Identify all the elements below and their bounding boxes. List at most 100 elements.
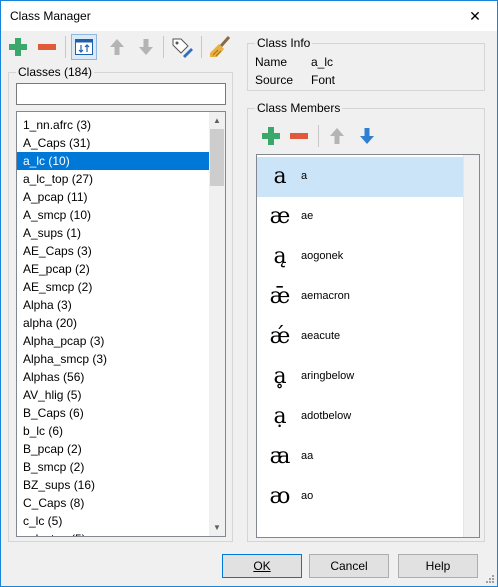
glyph-name: aogonek [301,250,344,262]
glyph-name: adotbelow [301,410,352,422]
title-bar[interactable]: Class Manager ✕ [1,1,497,31]
class-list-item[interactable]: A_pcap (11) [17,188,213,206]
class-list-item[interactable]: C_Caps (8) [17,494,213,512]
arrow-down-icon [360,128,374,144]
class-list-items: 1_nn.afrc (3) A_Caps (31) a_lc (10) a_lc_to… [17,116,213,536]
class-list-item[interactable]: A_sups (1) [17,224,213,242]
scroll-down-icon[interactable]: ▼ [209,519,225,536]
tag-edit-button[interactable] [169,34,195,60]
remove-member-button[interactable] [286,123,312,149]
class-list-item[interactable]: b_lc (6) [17,422,213,440]
class-list-item[interactable]: AE_Caps (3) [17,242,213,260]
class-list-item[interactable]: a_lc_top (27) [17,170,213,188]
help-button[interactable]: Help [398,554,478,578]
class-list-item[interactable]: B_Caps (6) [17,404,213,422]
info-source-value: Font [311,73,336,87]
toolbar-divider [318,125,319,147]
clean-button[interactable] [207,34,233,60]
info-source-key: Source [255,73,294,87]
glyph-preview: ꜳ [269,444,291,469]
glyph-preview: æ [269,204,291,229]
member-list-item[interactable]: aa [257,157,464,197]
arrow-down-icon [139,39,153,55]
glyph-name: a [301,170,308,182]
class-members-group: Class Members a a æ ae ą aogonek ǣ aemacron ǽ aea… [247,101,485,542]
scroll-thumb[interactable] [210,129,224,186]
member-list-item[interactable]: ą aogonek [257,237,464,277]
toolbar-divider [201,36,202,58]
class-list-scrollbar[interactable]: ▲ ▼ [209,112,225,536]
class-list-item[interactable]: Alpha_pcap (3) [17,332,213,350]
info-name-value: a_lc [311,55,334,69]
remove-class-button[interactable] [34,34,60,60]
glyph-name: aa [301,450,314,462]
glyph-preview: ꜵ [269,484,291,509]
member-list[interactable]: a a æ ae ą aogonek ǣ aemacron ǽ aeacute ḁ aringbelo… [256,154,480,538]
class-list-item[interactable]: BZ_sups (16) [17,476,213,494]
glyph-preview: ạ [273,404,287,429]
class-list-item[interactable]: alpha (20) [17,314,213,332]
toolbar-divider [65,36,66,58]
member-list-item[interactable]: ḁ aringbelow [257,357,464,397]
class-list-item[interactable]: AV_hlig (5) [17,386,213,404]
scroll-up-icon[interactable]: ▲ [209,112,225,129]
class-list-item[interactable]: c_lc (5) [17,512,213,530]
glyph-preview: ǣ [269,284,291,309]
member-list-scrollbar[interactable] [463,155,479,537]
glyph-name: aringbelow [301,370,355,382]
minus-icon [38,44,56,50]
member-list-item[interactable]: æ ae [257,197,464,237]
arrow-up-icon [330,128,344,144]
ok-button[interactable]: OK [222,554,302,578]
glyph-preview: a [273,164,287,189]
sort-icon [75,39,93,55]
class-list-item[interactable]: Alpha_smcp (3) [17,350,213,368]
close-icon[interactable]: ✕ [453,1,497,31]
member-list-item[interactable]: ạ adotbelow [257,397,464,437]
member-list-item[interactable]: ǽ aeacute [257,317,464,357]
move-up-member-button[interactable] [324,123,350,149]
glyph-name: ae [301,210,314,222]
help-button-label: Help [425,559,451,573]
class-list-item[interactable]: a_lc (10) [17,152,213,170]
class-filter-input[interactable] [16,83,226,105]
move-down-member-button[interactable] [354,123,380,149]
move-down-class-button[interactable] [133,34,159,60]
glyph-preview: ą [273,244,287,269]
class-list-item[interactable]: A_Caps (31) [17,134,213,152]
member-list-item[interactable]: ꜳ aa [257,437,464,477]
class-list-item[interactable]: B_smcp (2) [17,458,213,476]
minus-icon [290,133,308,139]
class-list-item[interactable]: AE_pcap (2) [17,260,213,278]
class-list-item[interactable]: B_pcap (2) [17,440,213,458]
glyph-name: aeacute [301,330,341,342]
class-list-item[interactable]: c_lc_top (5) [17,530,213,536]
ok-button-label: OK [253,559,271,573]
cancel-button[interactable]: Cancel [309,554,389,578]
add-member-button[interactable] [258,123,284,149]
glyph-preview: ḁ [273,364,287,389]
plus-icon [262,127,280,145]
sort-class-button[interactable] [71,34,97,60]
class-info-group: Class Info Name a_lc Source Font [247,36,485,91]
class-list-item[interactable]: 1_nn.afrc (3) [17,116,213,134]
resize-grip-icon[interactable] [485,574,495,584]
class-members-label: Class Members [255,101,343,115]
class-list-item[interactable]: AE_smcp (2) [17,278,213,296]
classes-group: Classes (184) 1_nn.afrc (3) A_Caps (31) a_… [8,65,233,542]
move-up-class-button[interactable] [104,34,130,60]
class-list[interactable]: 1_nn.afrc (3) A_Caps (31) a_lc (10) a_lc_to… [16,111,226,537]
member-list-item[interactable]: ǣ aemacron [257,277,464,317]
class-list-item[interactable]: Alpha (3) [17,296,213,314]
member-list-item[interactable]: ꜵ ao [257,477,464,517]
add-class-button[interactable] [5,34,31,60]
plus-icon [9,38,27,56]
arrow-up-icon [110,39,124,55]
class-list-item[interactable]: Alphas (56) [17,368,213,386]
class-manager-window: Class Manager ✕ Classes (184) 1_nn.afrc … [0,0,498,587]
broom-icon [210,36,231,57]
tag-pencil-icon [172,38,193,58]
window-title: Class Manager [10,9,91,23]
member-list-items: a a æ ae ą aogonek ǣ aemacron ǽ aeacute ḁ aringbelo… [257,157,464,517]
class-list-item[interactable]: A_smcp (10) [17,206,213,224]
